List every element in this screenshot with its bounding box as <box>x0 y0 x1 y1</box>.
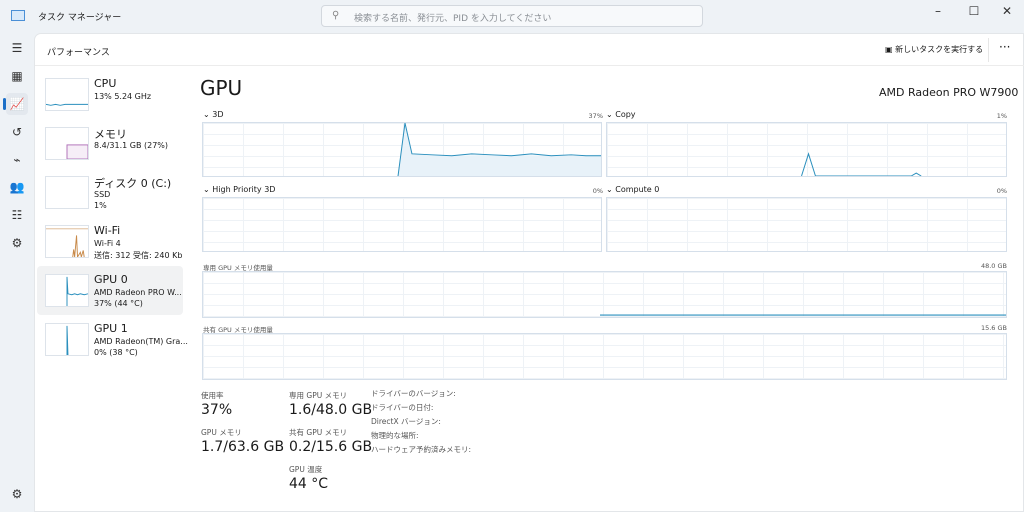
resource-name: Wi-Fi <box>94 224 121 237</box>
dedicated-mem-chart <box>202 271 1007 318</box>
users-icon[interactable]: 👥 <box>6 176 28 198</box>
resource-detail: 13% 5.24 GHz <box>94 92 152 101</box>
nav-rail: ☰ ▦ 📈 ↺ ⌁ 👥 ☷ ⚙ ⚙ <box>0 33 34 512</box>
title-bar: タスク マネージャー ⚲ 検索する名前、発行元、PID を入力してください – ☐… <box>0 0 1024 33</box>
shared-label: 共有 GPU メモリ <box>289 428 348 437</box>
resource-item[interactable]: CPU 13% 5.24 GHz <box>37 70 183 119</box>
dedicated-value: 1.6/48.0 GB <box>289 402 373 418</box>
resource-item[interactable]: メモリ 8.4/31.1 GB (27%) <box>37 119 183 168</box>
resource-item[interactable]: GPU 1 AMD Radeon(TM) Gra... 0% (38 °C) <box>37 315 188 364</box>
resource-detail: AMD Radeon PRO W... <box>94 288 182 297</box>
minimize-button[interactable]: – <box>928 4 948 18</box>
temp-value: 44 °C <box>289 476 329 492</box>
resource-name: CPU <box>94 77 117 90</box>
resource-value: 37% (44 °C) <box>94 299 143 308</box>
resource-value: 0% (38 °C) <box>94 348 138 357</box>
driver-version-label: ドライバーのバージョン: <box>371 389 456 398</box>
usage-label: 使用率 <box>201 391 224 400</box>
dedicated-mem-max: 48.0 GB <box>980 262 1007 270</box>
engine-copy-chart <box>606 122 1007 177</box>
processes-icon[interactable]: ▦ <box>6 65 28 87</box>
engine-compute-label[interactable]: ⌄ Compute 0 <box>606 185 659 195</box>
search-input[interactable]: ⚲ 検索する名前、発行元、PID を入力してください <box>321 5 703 27</box>
engine-3d-pct: 37% <box>588 112 603 120</box>
app-icon <box>11 10 25 21</box>
startup-icon[interactable]: ⌁ <box>6 149 28 171</box>
resource-sparkline <box>45 225 89 258</box>
resource-sparkline <box>45 127 89 160</box>
resource-detail: AMD Radeon(TM) Gra... <box>94 337 188 346</box>
shared-mem-chart <box>202 333 1007 380</box>
page-title: パフォーマンス <box>47 48 110 58</box>
dedicated-label: 専用 GPU メモリ <box>289 391 348 400</box>
engine-3d-chart <box>202 122 602 177</box>
resource-detail: Wi-Fi 4 <box>94 239 121 248</box>
new-task-button[interactable]: ▣ 新しいタスクを実行する <box>885 44 983 55</box>
engine-hp3d-label[interactable]: ⌄ High Priority 3D <box>203 185 275 195</box>
engine-copy-pct: 1% <box>996 112 1007 120</box>
detail-title: GPU <box>200 76 243 100</box>
app-history-icon[interactable]: ↺ <box>6 121 28 143</box>
engine-hp3d-pct: 0% <box>592 187 603 195</box>
resource-item[interactable]: ディスク 0 (C:) SSD 1% <box>37 168 183 217</box>
usage-value: 37% <box>201 402 233 418</box>
settings-icon[interactable]: ⚙ <box>6 483 28 505</box>
resource-sparkline <box>45 78 89 111</box>
gpu-detail: GPU AMD Radeon PRO W7900 ⌄ 3D 37% ⌄ Copy… <box>191 70 1021 510</box>
resource-value: 送信: 312 受信: 240 Kb <box>94 251 183 260</box>
more-button[interactable]: ··· <box>999 40 1010 54</box>
gpu-mem-value: 1.7/63.6 GB <box>201 439 285 455</box>
search-placeholder: 検索する名前、発行元、PID を入力してください <box>354 14 552 24</box>
driver-date-label: ドライバーの日付: <box>371 403 434 412</box>
close-button[interactable]: ✕ <box>997 4 1017 18</box>
gpu-mem-label: GPU メモリ <box>201 428 242 437</box>
engine-hp3d-chart <box>202 197 602 252</box>
resource-sparkline <box>45 323 89 356</box>
divider <box>988 38 989 62</box>
resource-sparkline <box>45 274 89 307</box>
engine-3d-label[interactable]: ⌄ 3D <box>203 110 224 120</box>
engine-compute-pct: 0% <box>996 187 1007 195</box>
search-icon: ⚲ <box>332 10 340 21</box>
services-icon[interactable]: ⚙ <box>6 232 28 254</box>
resource-value: 1% <box>94 201 107 210</box>
temp-label: GPU 温度 <box>289 465 323 474</box>
details-icon[interactable]: ☷ <box>6 204 28 226</box>
resource-name: GPU 1 <box>94 322 128 335</box>
location-label: 物理的な場所: <box>371 431 419 440</box>
shared-mem-max: 15.6 GB <box>980 324 1007 332</box>
resource-name: ディスク 0 (C:) <box>94 177 172 190</box>
resource-detail: 8.4/31.1 GB (27%) <box>94 141 169 150</box>
shared-value: 0.2/15.6 GB <box>289 439 373 455</box>
engine-copy-label[interactable]: ⌄ Copy <box>606 110 636 120</box>
engine-copy-line <box>801 152 922 176</box>
resource-name: メモリ <box>94 128 127 141</box>
directx-label: DirectX バージョン: <box>371 417 441 426</box>
resource-item[interactable]: GPU 0 AMD Radeon PRO W... 37% (44 °C) <box>37 266 183 315</box>
resource-list: CPU 13% 5.24 GHz メモリ 8.4/31.1 GB (27%) デ… <box>37 70 188 364</box>
gpu-name: AMD Radeon PRO W7900 <box>879 86 1019 99</box>
maximize-button[interactable]: ☐ <box>964 4 984 18</box>
performance-icon[interactable]: 📈 <box>3 93 28 115</box>
menu-icon[interactable]: ☰ <box>6 37 28 59</box>
page-header: パフォーマンス ▣ 新しいタスクを実行する ··· <box>35 34 1024 66</box>
engine-compute-chart <box>606 197 1007 252</box>
app-title: タスク マネージャー <box>38 13 122 23</box>
resource-detail: SSD <box>94 190 111 199</box>
resource-item[interactable]: Wi-Fi Wi-Fi 4 送信: 312 受信: 240 Kb <box>37 217 183 266</box>
resource-sparkline <box>45 176 89 209</box>
performance-panel: パフォーマンス ▣ 新しいタスクを実行する ··· CPU 13% 5.24 G… <box>34 33 1024 512</box>
reserved-mem-label: ハードウェア予約済みメモリ: <box>371 445 472 454</box>
resource-name: GPU 0 <box>94 273 128 286</box>
